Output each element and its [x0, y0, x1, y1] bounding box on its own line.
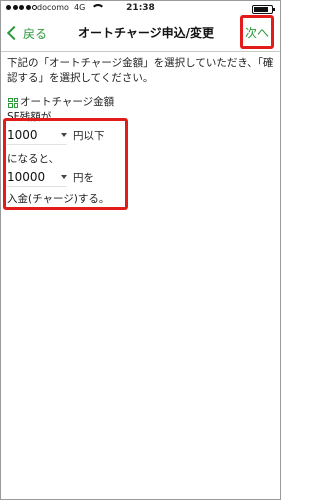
next-button-highlight: 次へ	[240, 15, 274, 49]
charge-amount-select[interactable]: 10000	[7, 167, 67, 187]
threshold-unit: 円以下	[73, 129, 105, 142]
instruction-text: 下記の「オートチャージ金額」を選択していただき、「確認する」を選択してください。	[7, 57, 274, 84]
threshold-row: 1000 円以下	[7, 125, 105, 145]
page-title: オートチャージ申込/変更	[77, 26, 215, 40]
section-title-text: オートチャージ金額	[20, 96, 115, 108]
section-heading: オートチャージ金額	[7, 95, 275, 110]
chevron-left-icon	[6, 25, 22, 41]
next-button[interactable]: 次へ	[245, 24, 269, 41]
battery-icon	[252, 5, 275, 14]
charge-value: 10000	[7, 169, 46, 184]
phone-screen: docomo 4G 21:38 戻る オートチャージ申込/変更 次へ 下記の「オ…	[0, 0, 281, 500]
threshold-value: 1000	[7, 127, 38, 142]
threshold-amount-select[interactable]: 1000	[7, 125, 67, 145]
back-label: 戻る	[23, 26, 48, 41]
middle-text: になると、	[7, 153, 60, 165]
status-time: 21:38	[126, 3, 155, 13]
back-button[interactable]: 戻る	[6, 24, 48, 42]
grid-icon	[8, 97, 18, 108]
status-bar: docomo 4G 21:38	[1, 1, 280, 15]
main-content: 下記の「オートチャージ金額」を選択していただき、「確認する」を選択してください。…	[7, 56, 275, 125]
dropdown-caret-icon	[61, 174, 67, 179]
dropdown-caret-icon	[61, 132, 67, 137]
end-text: 入金(チャージ)する。	[7, 193, 110, 205]
charge-row: 10000 円を	[7, 167, 94, 187]
charge-unit: 円を	[73, 171, 94, 184]
navigation-bar: 戻る オートチャージ申込/変更 次へ	[1, 15, 280, 52]
